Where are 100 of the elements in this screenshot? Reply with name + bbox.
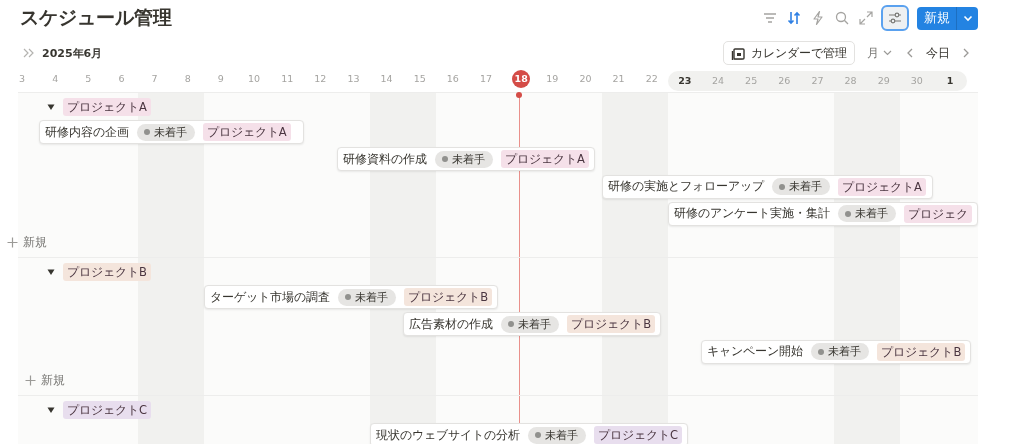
status-dot [143,129,150,135]
calendar-icon [731,46,745,60]
task-name: ターゲット市場の調査 [210,289,331,305]
double-chevron-icon [22,47,36,59]
day-label: 29 [867,71,901,91]
chevron-right-icon [962,47,970,59]
status-dot [818,348,825,355]
sort-button[interactable] [785,9,803,27]
status-dot [845,210,852,217]
sliders-icon [887,10,903,26]
status-text: 未着手 [518,317,552,332]
filter-icon [762,10,778,26]
status-text: 未着手 [828,344,862,360]
project-tag: プロジェクトB [567,315,656,334]
task-card[interactable]: キャンペーン開始 未着手 プロジェクトB [701,339,972,364]
day-label: 5 [84,72,93,86]
day-label: 7 [150,72,159,86]
task-name: 研修のアンケート実施・集計 [674,206,831,222]
project-tag: プロジェクトA [202,123,291,141]
sort-icon [786,10,802,26]
project-tag: プロジェクトB [877,342,966,361]
status-dot [779,183,785,190]
task-card[interactable]: 研修資料の作成 未着手 プロジェクトA [336,147,595,172]
task-card[interactable]: ターゲット市場の調査 未着手 プロジェクトB [204,285,499,310]
day-label: 30 [900,71,934,91]
day-label: 15 [412,72,427,86]
toggle-button[interactable] [47,406,55,415]
task-name: 研修の実施とフォローアップ [608,179,764,195]
day-label: 3 [18,72,27,86]
day-label: 12 [313,72,328,86]
project-tag: プロジェク [904,204,973,223]
add-new-button[interactable]: 新規 [25,373,65,389]
day-label: 21 [611,72,626,86]
day-label: 26 [767,71,801,91]
day-label: 1 [933,71,967,91]
day-label: 27 [800,71,834,91]
status-dot [345,294,352,301]
task-card[interactable]: 研修の実施とフォローアップ 未着手 プロジェクトA [602,174,934,199]
project-tag: プロジェクトB [63,263,151,282]
project-tag: プロジェクトC [63,401,152,420]
toggle-button[interactable] [47,268,55,277]
day-label: 13 [346,72,361,86]
chevron-down-icon [883,49,892,57]
status-text: 未着手 [545,427,579,443]
day-label: 11 [280,72,295,86]
day-label: 20 [578,72,593,86]
day-label: 19 [545,72,560,86]
status-text: 未着手 [153,124,187,140]
day-label: 24 [701,71,735,91]
day-label: 16 [445,72,460,86]
day-label: 22 [644,72,659,86]
project-tag: プロジェクトA [500,150,589,169]
today-button[interactable]: 今日 [924,44,952,62]
task-card[interactable]: 研修のアンケート実施・集計 未着手 プロジェク [668,201,979,226]
status-text: 未着手 [451,151,485,167]
task-name: 研修内容の企画 [44,124,129,140]
triangle-down-icon [47,406,55,415]
status-dot [508,321,515,328]
task-card[interactable]: 広告素材の作成 未着手 プロジェクトB [403,312,662,337]
task-name: 現状のウェブサイトの分析 [376,427,521,443]
task-name: 研修資料の作成 [342,151,427,167]
plus-icon [25,375,36,387]
day-label: 8 [183,72,192,86]
triangle-down-icon [47,103,55,111]
day-label: 10 [247,72,262,86]
day-label: 23 [668,71,702,91]
day-label: 28 [834,71,868,91]
task-name: キャンペーン開始 [707,344,804,360]
calendar-button[interactable]: カレンダーで管理 [723,41,855,65]
expand-button[interactable] [857,9,875,27]
status-text: 未着手 [855,206,889,222]
status-dot [441,156,448,163]
search-button[interactable] [833,9,851,27]
task-card[interactable]: 研修内容の企画 未着手 プロジェクトA [38,120,304,144]
toggle-button[interactable] [47,103,55,111]
project-tag: プロジェクトA [63,98,151,116]
caret-icon [962,13,973,23]
expand-icon [858,10,874,26]
project-tag: プロジェクトB [404,288,493,307]
day-label: 17 [478,72,494,86]
search-icon [834,10,850,26]
page-title: スケジュール管理 [20,5,172,30]
scale-dropdown[interactable]: 月 [863,44,896,62]
status-text: 未着手 [789,179,822,195]
project-tag: プロジェクトC [594,426,683,444]
chevron-left-icon [906,47,914,59]
plus-icon [7,237,18,249]
day-label: 14 [379,72,394,86]
status-dot [535,432,542,439]
status-text: 未着手 [355,289,389,305]
day-label: 25 [734,71,768,91]
task-card[interactable]: 現状のウェブサイトの分析 未着手 プロジェクトC [370,423,689,444]
triangle-down-icon [47,268,55,277]
month-label: 2025年6月 [42,45,103,61]
day-label: 6 [117,72,126,86]
add-new-button[interactable]: 新規 [7,235,47,251]
settings-button[interactable] [881,5,909,31]
day-label: 4 [51,72,60,86]
day-label: 9 [216,72,225,86]
project-tag: プロジェクトA [838,177,926,196]
